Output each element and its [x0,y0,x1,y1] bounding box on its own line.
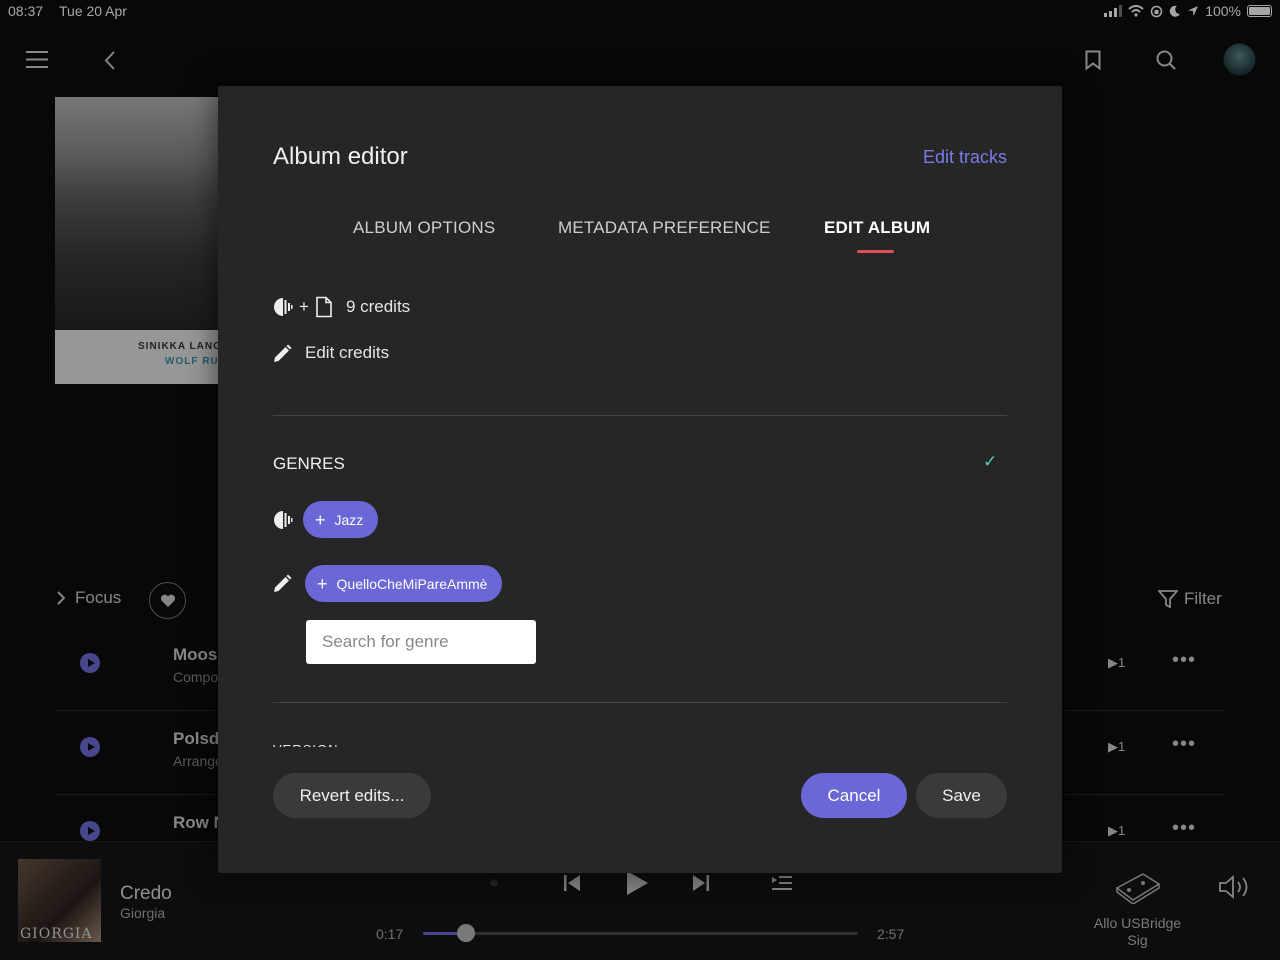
tab-edit-album[interactable]: EDIT ALBUM [824,218,930,238]
section-divider [273,415,1007,416]
source-genres-row: + Jazz [273,501,379,538]
tab-bar: ALBUM OPTIONS METADATA PREFERENCE EDIT A… [218,218,1062,258]
active-tab-indicator [857,250,894,253]
section-divider [273,702,1007,703]
genre-chip-label: QuelloCheMiPareAmmè [336,575,488,592]
tab-metadata-preference[interactable]: METADATA PREFERENCE [558,218,771,238]
version-heading-peek: VERSION [273,741,353,747]
pencil-icon [274,344,292,362]
dialog-title: Album editor [273,143,408,170]
album-editor-dialog: Album editor Edit tracks ALBUM OPTIONS M… [218,86,1062,873]
tab-album-options[interactable]: ALBUM OPTIONS [353,218,495,238]
edit-credits-button[interactable]: Edit credits [273,343,389,363]
file-icon [316,296,332,318]
edit-credits-label: Edit credits [305,343,390,362]
roon-source-icon [274,510,293,529]
plus-icon: + [317,573,328,594]
genres-heading: GENRES [273,454,345,473]
save-button[interactable]: Save [916,773,1007,818]
credits-summary: + 9 credits [273,296,410,318]
roon-source-icon [274,298,293,316]
credits-plus: + [299,297,309,316]
genre-chip-jazz[interactable]: + Jazz [303,501,379,538]
credits-count: 9 credits [345,297,411,316]
pencil-icon [274,574,292,592]
user-genres-row: + QuelloCheMiPareAmmè [273,565,503,602]
plus-icon: + [315,509,326,530]
check-icon[interactable]: ✓ [983,452,997,472]
genre-chip-user[interactable]: + QuelloCheMiPareAmmè [305,565,503,602]
revert-edits-button[interactable]: Revert edits... [273,773,431,818]
cancel-button[interactable]: Cancel [801,773,907,818]
genre-search-input[interactable] [306,620,536,664]
edit-tracks-link[interactable]: Edit tracks [923,147,1007,168]
genre-chip-label: Jazz [334,511,364,528]
